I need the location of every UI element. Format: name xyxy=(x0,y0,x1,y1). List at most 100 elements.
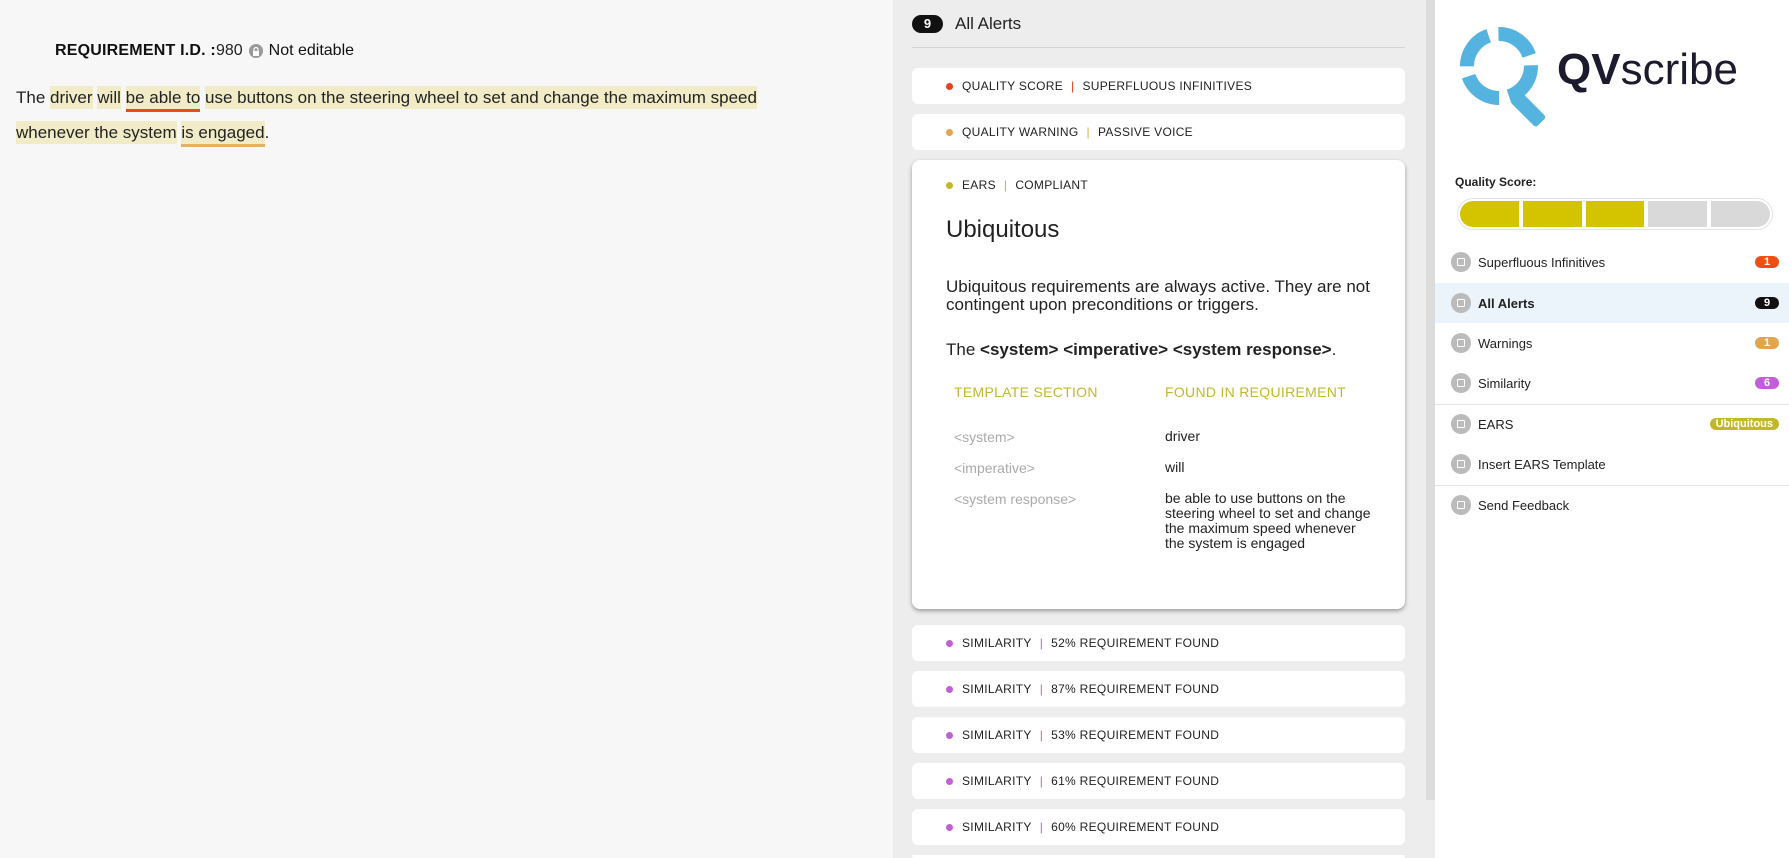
logo-qv: QV xyxy=(1557,45,1621,94)
alert-row-similarity[interactable]: SIMILARITY | 61% REQUIREMENT FOUND xyxy=(912,763,1405,799)
alert-detail: 61% REQUIREMENT FOUND xyxy=(1051,774,1220,788)
not-editable-label: Not editable xyxy=(268,42,355,59)
highlight-system[interactable]: driver xyxy=(50,86,93,109)
card-template: The <system> <imperative> <system respon… xyxy=(946,340,1336,360)
separator: | xyxy=(1039,774,1044,788)
sidebar-item-label: Warnings xyxy=(1478,335,1533,351)
alert-category: SIMILARITY xyxy=(962,728,1032,742)
status-dot xyxy=(946,82,953,90)
count-badge: 1 xyxy=(1755,256,1779,268)
quality-score-segment xyxy=(1460,201,1519,227)
alert-detail: 53% REQUIREMENT FOUND xyxy=(1051,728,1220,742)
status-dot xyxy=(946,731,953,739)
template-prefix: The xyxy=(946,340,976,359)
period: . xyxy=(264,123,270,142)
alert-row-similarity[interactable]: SIMILARITY | 60% REQUIREMENT FOUND xyxy=(912,809,1405,845)
sidebar-item-ears[interactable]: EARS Ubiquitous xyxy=(1435,404,1789,444)
status-dot xyxy=(946,777,953,785)
table-cell-found: driver xyxy=(1165,428,1201,444)
alert-detail: SUPERFLUOUS INFINITIVES xyxy=(1082,79,1253,93)
table-cell-section: <system> xyxy=(954,429,1015,445)
ears-alert-card[interactable]: EARS | COMPLIANT Ubiquitous Ubiquitous r… xyxy=(912,160,1405,609)
highlight-response[interactable]: use buttons on the steering wheel to set… xyxy=(205,86,757,109)
requirement-id-label: REQUIREMENT I.D. : xyxy=(55,42,216,59)
alerts-header: 9 All Alerts xyxy=(912,0,1405,48)
sidebar-item-superfluous-infinitives[interactable]: Superfluous Infinitives 1 xyxy=(1435,242,1789,282)
qvscribe-logo: QVscribe xyxy=(1453,20,1738,128)
separator: | xyxy=(1071,79,1075,93)
separator: | xyxy=(1086,125,1090,139)
separator: | xyxy=(1039,636,1044,650)
count-badge: 6 xyxy=(1755,377,1779,389)
status-dot xyxy=(946,128,953,136)
puzzle-icon xyxy=(1451,252,1471,272)
separator: | xyxy=(1039,682,1044,696)
quality-score-segment xyxy=(1648,201,1708,227)
requirement-editor: REQUIREMENT I.D. : 980 Not editable The … xyxy=(0,0,893,858)
table-cell-found: will xyxy=(1165,459,1185,475)
template-pattern: <system> <imperative> <system response> xyxy=(980,340,1332,359)
highlight-imperative[interactable]: will xyxy=(97,86,121,109)
col-header-found: FOUND IN REQUIREMENT xyxy=(1165,384,1346,400)
status-dot xyxy=(946,823,953,831)
ears-type-badge: Ubiquitous xyxy=(1709,418,1779,430)
sidebar-item-label: Superfluous Infinitives xyxy=(1478,254,1606,270)
alert-category: QUALITY SCORE xyxy=(962,79,1064,93)
count-badge: 9 xyxy=(1755,297,1779,309)
alert-row-quality-score[interactable]: QUALITY SCORE | SUPERFLUOUS INFINITIVES xyxy=(912,68,1405,104)
requirement-text[interactable]: The driver will be able to use buttons o… xyxy=(16,80,876,150)
alert-category: QUALITY WARNING xyxy=(962,125,1079,139)
quality-score-segment xyxy=(1711,201,1770,227)
alert-row-similarity[interactable]: SIMILARITY | 53% REQUIREMENT FOUND xyxy=(912,717,1405,753)
col-header-template-section: TEMPLATE SECTION xyxy=(954,384,1098,400)
separator: | xyxy=(1039,820,1044,834)
alert-category: SIMILARITY xyxy=(962,820,1032,834)
card-detail: COMPLIANT xyxy=(1015,178,1089,192)
count-badge: 1 xyxy=(1755,337,1779,349)
sidebar-item-label: EARS xyxy=(1478,416,1514,432)
quality-score-segment xyxy=(1585,201,1645,227)
magnifier-logo-icon xyxy=(1460,27,1546,127)
quality-score-label: Quality Score: xyxy=(1455,175,1537,189)
alerts-count-badge: 9 xyxy=(912,14,943,33)
sidebar-item-label: Similarity xyxy=(1478,375,1531,391)
requirement-header: REQUIREMENT I.D. : 980 Not editable xyxy=(55,42,354,60)
sidebar-item-send-feedback[interactable]: Send Feedback xyxy=(1435,485,1789,525)
alert-row-similarity[interactable]: SIMILARITY | 52% REQUIREMENT FOUND xyxy=(912,625,1405,661)
sidebar-item-label: Send Feedback xyxy=(1478,497,1570,513)
highlight-superfluous-infinitive[interactable]: be able to xyxy=(125,86,201,112)
highlight-passive-voice[interactable]: is engaged xyxy=(181,121,265,147)
logo-wordmark: QVscribe xyxy=(1557,45,1738,95)
qvscribe-sidebar: QVscribe Quality Score: Superfluous Infi… xyxy=(1435,0,1789,858)
warning-icon xyxy=(1451,333,1471,353)
alerts-scrollbar-thumb[interactable] xyxy=(1426,0,1435,800)
highlight-response-cont[interactable]: whenever the system xyxy=(16,121,177,144)
word-the: The xyxy=(16,88,46,107)
sidebar-item-all-alerts[interactable]: All Alerts 9 xyxy=(1435,283,1789,323)
alerts-scrollbar-track[interactable] xyxy=(1426,800,1435,858)
alert-category: SIMILARITY xyxy=(962,636,1032,650)
overlap-icon xyxy=(1451,373,1471,393)
alert-detail: 87% REQUIREMENT FOUND xyxy=(1051,682,1220,696)
sidebar-item-similarity[interactable]: Similarity 6 xyxy=(1435,363,1789,403)
alert-row-similarity[interactable]: SIMILARITY | 87% REQUIREMENT FOUND xyxy=(912,671,1405,707)
card-tag: EARS | COMPLIANT xyxy=(946,178,1088,192)
sidebar-item-insert-ears-template[interactable]: Insert EARS Template xyxy=(1435,444,1789,484)
calendar-icon xyxy=(1451,454,1471,474)
card-category: EARS xyxy=(962,178,996,192)
sidebar-item-warnings[interactable]: Warnings 1 xyxy=(1435,323,1789,363)
status-dot xyxy=(946,639,953,647)
template-suffix: . xyxy=(1331,340,1337,359)
alert-detail: 52% REQUIREMENT FOUND xyxy=(1051,636,1220,650)
alerts-panel: 9 All Alerts QUALITY SCORE | SUPERFLUOUS… xyxy=(893,0,1435,858)
quality-score-bar xyxy=(1457,198,1773,230)
status-dot xyxy=(946,685,953,693)
alert-row-quality-warning[interactable]: QUALITY WARNING | PASSIVE VOICE xyxy=(912,114,1405,150)
quality-score-segment xyxy=(1522,201,1582,227)
separator: | xyxy=(1039,728,1044,742)
sidebar-item-label: All Alerts xyxy=(1478,295,1535,311)
requirement-id-value: 980 xyxy=(215,42,243,59)
alert-category: SIMILARITY xyxy=(962,774,1032,788)
logo-scribe: scribe xyxy=(1620,45,1738,94)
separator: | xyxy=(1003,178,1008,192)
